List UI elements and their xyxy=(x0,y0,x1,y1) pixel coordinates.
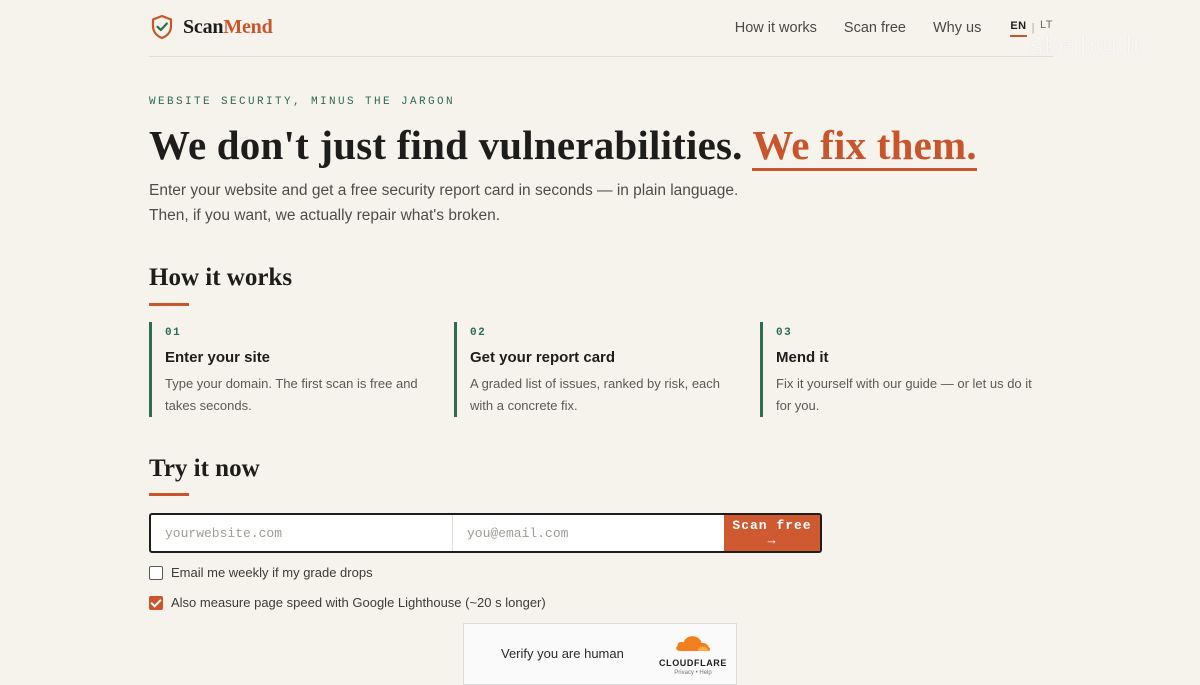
cloud-icon xyxy=(676,636,711,651)
weekly-email-label: Email me weekly if my grade drops xyxy=(171,565,373,580)
step-body: Type your domain. The first scan is free… xyxy=(165,376,418,413)
site-header: ScanMend How it works Scan free Why us E… xyxy=(149,0,1053,57)
lede-line-2: Then, if you want, we actually repair wh… xyxy=(149,207,501,224)
step-card-2: 02 Get your report card A graded list of… xyxy=(454,322,732,417)
cloudflare-badge: CLOUDFLARE Privacy • Help xyxy=(658,634,728,676)
try-it-title: Try it now xyxy=(149,455,260,482)
how-it-works-title: How it works xyxy=(149,264,293,291)
step-body: Fix it yourself with our guide — or let … xyxy=(776,376,1032,413)
step-number: 01 xyxy=(165,327,182,339)
watermark: skelbiu.lt xyxy=(1030,30,1142,60)
step-title: Mend it xyxy=(776,349,829,366)
step-body: A graded list of issues, ranked by risk,… xyxy=(470,376,721,413)
captcha-widget[interactable]: Verify you are human CLOUDFLARE Privacy … xyxy=(463,623,737,685)
hero-title-plain: We don't just find vulnerabilities. xyxy=(149,122,743,168)
step-card-3: 03 Mend it Fix it yourself with our guid… xyxy=(760,322,1038,417)
main-nav: How it works Scan free Why us EN | LT xyxy=(735,18,1053,37)
lang-en[interactable]: EN xyxy=(1010,18,1027,37)
scan-form: Scan free → xyxy=(149,513,822,553)
hero-title-accent: We fix them. xyxy=(752,122,977,171)
email-input[interactable] xyxy=(453,515,724,551)
step-number: 02 xyxy=(470,327,487,339)
brand-name: ScanMend xyxy=(183,15,273,38)
step-title: Enter your site xyxy=(165,349,271,366)
lede-line-1: Enter your website and get a free securi… xyxy=(149,182,739,199)
step-card-1: 01 Enter your site Type your domain. The… xyxy=(149,322,427,417)
captcha-label: Verify you are human xyxy=(501,646,624,661)
nav-scan-free[interactable]: Scan free xyxy=(844,20,906,36)
nav-how-it-works[interactable]: How it works xyxy=(735,20,817,36)
lighthouse-checkbox[interactable] xyxy=(149,595,163,610)
website-input[interactable] xyxy=(151,515,453,551)
logo[interactable]: ScanMend xyxy=(151,15,273,39)
nav-why-us[interactable]: Why us xyxy=(933,20,981,36)
hero-title: We don't just find vulnerabilities. We f… xyxy=(149,118,977,172)
weekly-email-checkbox[interactable] xyxy=(149,565,163,580)
hero-eyebrow: WEBSITE SECURITY, MINUS THE JARGON xyxy=(149,96,456,108)
hero-lede: Enter your website and get a free securi… xyxy=(149,178,738,228)
cloudflare-links[interactable]: Privacy • Help xyxy=(658,670,728,676)
how-it-works-underline xyxy=(149,303,189,306)
step-number: 03 xyxy=(776,327,793,339)
lighthouse-label: Also measure page speed with Google Ligh… xyxy=(171,595,546,610)
scan-free-button[interactable]: Scan free → xyxy=(724,515,820,551)
step-title: Get your report card xyxy=(470,349,616,366)
try-it-underline xyxy=(149,493,189,496)
option-lighthouse[interactable]: Also measure page speed with Google Ligh… xyxy=(149,595,546,610)
shield-check-icon xyxy=(151,15,173,39)
option-weekly-email[interactable]: Email me weekly if my grade drops xyxy=(149,565,373,580)
